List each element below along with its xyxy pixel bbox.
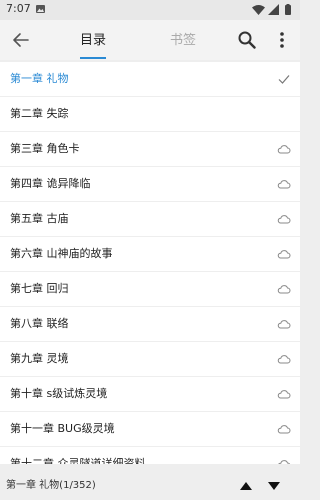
chapter-title: 第十二章 众灵隧道详细资料 — [10, 457, 146, 464]
search-icon[interactable] — [236, 29, 258, 51]
cellular-signal-icon — [268, 4, 279, 15]
chapter-item[interactable]: 第八章 联络 — [0, 307, 300, 342]
chapter-title: 第三章 角色卡 — [10, 142, 80, 155]
chapter-title: 第二章 失踪 — [10, 107, 69, 120]
chapter-title: 第四章 诡异降临 — [10, 177, 91, 190]
battery-icon — [285, 5, 291, 15]
chapter-title: 第五章 古庙 — [10, 212, 69, 225]
current-chapter-indicator: 第一章 礼物(1/352) — [6, 480, 96, 491]
wifi-icon — [252, 5, 265, 15]
image-notification-icon — [36, 5, 45, 13]
more-vertical-icon[interactable] — [276, 29, 288, 51]
chapter-item[interactable]: 第九章 灵境 — [0, 342, 300, 377]
footer-bar: 第一章 礼物(1/352) — [0, 472, 300, 500]
triangle-up-icon[interactable] — [238, 478, 254, 494]
chapter-item[interactable]: 第三章 角色卡 — [0, 132, 300, 167]
triangle-down-icon[interactable] — [266, 478, 282, 494]
tab-bookmarks[interactable]: 书签 — [168, 20, 198, 60]
app-bar: 目录 书签 — [0, 20, 300, 60]
status-time: 7:07 — [6, 2, 31, 15]
cloud-icon — [277, 145, 291, 154]
tab-table-of-contents[interactable]: 目录 — [78, 20, 108, 60]
cloud-icon — [277, 425, 291, 434]
cloud-icon — [277, 215, 291, 224]
chapter-item[interactable]: 第十章 s级试炼灵境 — [0, 377, 300, 412]
chapter-title: 第六章 山神庙的故事 — [10, 247, 113, 260]
chapter-title: 第七章 回归 — [10, 282, 69, 295]
chapter-title: 第八章 联络 — [10, 317, 69, 330]
tab-indicator — [80, 57, 106, 59]
check-icon — [278, 75, 290, 84]
chapter-item[interactable]: 第一章 礼物 — [0, 62, 300, 97]
chapter-item[interactable]: 第四章 诡异降临 — [0, 167, 300, 202]
chapter-item[interactable]: 第十二章 众灵隧道详细资料 — [0, 447, 300, 464]
arrow-left-icon[interactable] — [10, 29, 32, 51]
chapter-title: 第十章 s级试炼灵境 — [10, 387, 108, 400]
cloud-icon — [277, 390, 291, 399]
chapter-item[interactable]: 第十一章 BUG级灵境 — [0, 412, 300, 447]
cloud-icon — [277, 355, 291, 364]
status-bar: 7:07 — [0, 0, 300, 20]
chapter-item[interactable]: 第六章 山神庙的故事 — [0, 237, 300, 272]
chapter-title: 第九章 灵境 — [10, 352, 69, 365]
cloud-icon — [277, 180, 291, 189]
chapter-item[interactable]: 第二章 失踪 — [0, 97, 300, 132]
chapter-list: 第一章 礼物 第二章 失踪 第三章 角色卡 第四章 诡异降临 第五章 古庙 第六… — [0, 62, 300, 464]
cloud-icon — [277, 285, 291, 294]
chapter-title: 第一章 礼物 — [10, 72, 69, 85]
chapter-item[interactable]: 第五章 古庙 — [0, 202, 300, 237]
chapter-title: 第十一章 BUG级灵境 — [10, 422, 115, 435]
system-status-icons — [252, 4, 291, 15]
cloud-icon — [277, 320, 291, 329]
cloud-icon — [277, 250, 291, 259]
cloud-icon — [278, 460, 291, 464]
chapter-item[interactable]: 第七章 回归 — [0, 272, 300, 307]
